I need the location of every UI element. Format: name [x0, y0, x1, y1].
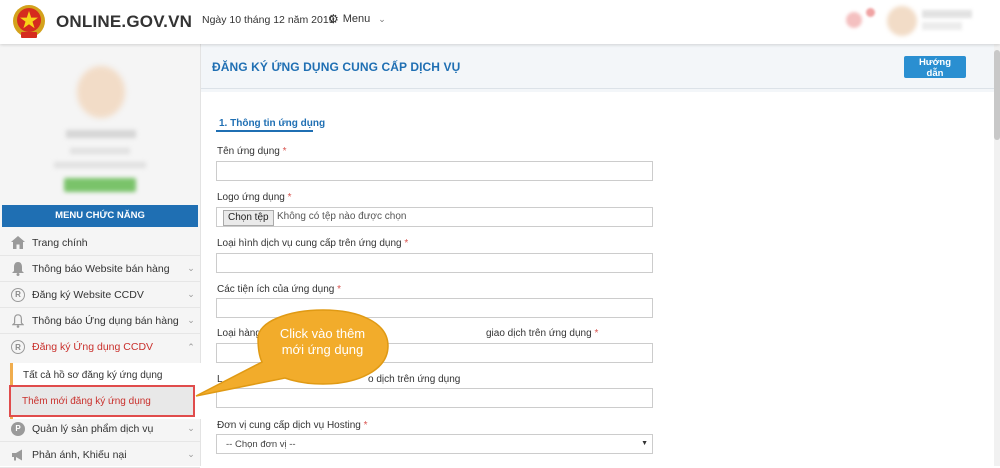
national-emblem-icon[interactable] — [12, 4, 46, 40]
bell-outline-icon — [10, 313, 26, 329]
transaction-input[interactable] — [216, 388, 653, 408]
sidebar-item-complaints[interactable]: Phản ánh, Khiếu nại ⌄ — [0, 442, 200, 468]
title-divider — [201, 88, 994, 89]
current-date: Ngày 10 tháng 12 năm 2019 — [202, 14, 335, 26]
chevron-down-icon: ⌄ — [187, 423, 195, 433]
registered-icon: R — [10, 287, 26, 303]
sidebar-item-label: Thông báo Website bán hàng — [32, 262, 170, 275]
top-header: ONLINE.GOV.VN Ngày 10 tháng 12 năm 2019 … — [0, 0, 1000, 44]
sidebar-item-label: Phản ánh, Khiếu nại — [32, 448, 127, 461]
goods-type-label-tail: giao dịch trên ứng dụng * — [486, 328, 599, 339]
profile-email-blurred — [54, 162, 146, 168]
sidebar-item-product-management[interactable]: P Quản lý sản phẩm dịch vụ ⌄ — [0, 416, 200, 442]
sidebar-item-label: Quản lý sản phẩm dịch vụ — [32, 422, 154, 435]
select-placeholder: -- Chọn đơn vị -- — [226, 439, 296, 450]
menu-label: Menu — [342, 13, 371, 25]
sidebar-item-app-register[interactable]: R Đăng ký Ứng dụng CCDV ⌃ — [0, 334, 200, 360]
brand-title[interactable]: ONLINE.GOV.VN — [56, 12, 192, 32]
page-title: ĐĂNG KÝ ỨNG DỤNG CUNG CẤP DỊCH VỤ — [212, 60, 461, 74]
scrollbar-thumb[interactable] — [994, 50, 1000, 140]
sidebar-item-label: Đăng ký Website CCDV — [32, 288, 144, 301]
sidebar-item-label: Đăng ký Ứng dụng CCDV — [32, 341, 154, 353]
transaction-label-tail: o dịch trên ứng dụng — [368, 374, 461, 385]
registered-icon: R — [10, 339, 26, 355]
gear-icon: ⚙ — [328, 12, 339, 26]
callout-text: Click vào thêm mới ứng dụng — [279, 326, 366, 357]
notification-badge — [866, 8, 875, 17]
sidebar-item-website-register[interactable]: R Đăng ký Website CCDV ⌄ — [0, 282, 200, 308]
hosting-provider-label: Đơn vị cung cấp dịch vụ Hosting * — [217, 420, 368, 431]
menu-dropdown[interactable]: ⚙ Menu ⌄ — [328, 12, 386, 26]
sidebar-item-app-notice[interactable]: Thông báo Ứng dụng bán hàng ⌄ — [0, 308, 200, 334]
menu-heading: MENU CHỨC NĂNG — [2, 205, 198, 227]
transaction-label: L — [217, 374, 223, 385]
sidebar-item-website-notice[interactable]: Thông báo Website bán hàng ⌄ — [0, 256, 200, 282]
profile-info-blurred — [70, 148, 130, 154]
service-type-label: Loại hình dịch vụ cung cấp trên ứng dụng… — [217, 238, 409, 249]
chevron-down-icon: ⌄ — [187, 315, 195, 325]
chevron-down-icon: ⌄ — [187, 449, 195, 459]
submenu-item-add-new-highlighted[interactable]: Thêm mới đăng ký ứng dụng — [9, 385, 195, 417]
choose-file-button[interactable]: Chọn tệp — [223, 210, 274, 226]
section-title: 1. Thông tin ứng dụng — [219, 118, 326, 129]
profile-name-blurred — [66, 130, 136, 138]
user-role-blurred — [922, 22, 962, 30]
app-utilities-label: Các tiện ích của ứng dụng * — [217, 284, 342, 295]
app-logo-label: Logo ứng dụng * — [217, 192, 292, 203]
profile-avatar — [77, 66, 125, 118]
user-avatar[interactable] — [887, 6, 917, 36]
chevron-down-icon: ⌄ — [378, 13, 386, 24]
service-type-input[interactable] — [216, 253, 653, 273]
help-button[interactable]: Hướng dẫn — [904, 56, 966, 79]
sidebar-item-label: Trang chính — [32, 236, 88, 249]
hosting-provider-select[interactable]: -- Chọn đơn vị -- ▼ — [216, 434, 653, 454]
app-name-input[interactable] — [216, 161, 653, 181]
profile-status-badge — [64, 178, 136, 192]
goods-type-label: Loại hàng — [217, 328, 261, 339]
sidebar: MENU CHỨC NĂNG Trang chính Thông báo Web… — [0, 44, 203, 468]
notification-icon[interactable] — [846, 12, 862, 28]
file-status: Không có tệp nào được chọn — [277, 211, 407, 222]
app-utilities-input[interactable] — [216, 298, 653, 318]
sidebar-item-home[interactable]: Trang chính — [0, 230, 200, 256]
sidebar-item-label: Thông báo Ứng dụng bán hàng — [32, 314, 179, 327]
parking-icon: P — [10, 421, 26, 437]
main-content: ĐĂNG KÝ ỨNG DỤNG CUNG CẤP DỊCH VỤ Hướng … — [201, 44, 994, 466]
caret-down-icon: ▼ — [641, 440, 648, 447]
chevron-up-icon: ⌃ — [187, 341, 195, 352]
chevron-down-icon: ⌄ — [187, 263, 195, 273]
section-underline — [216, 130, 313, 132]
home-icon — [10, 235, 26, 251]
app-logo-file-input: Chọn tệp Không có tệp nào được chọn — [216, 207, 653, 227]
submenu-item-label: Thêm mới đăng ký ứng dụng — [22, 396, 151, 407]
submenu-item-all-applications[interactable]: Tất cả hồ sơ đăng ký ứng dụng — [23, 370, 162, 381]
chevron-down-icon: ⌄ — [187, 289, 195, 299]
form-card: 1. Thông tin ứng dụng Tên ứng dụng * Log… — [201, 92, 994, 466]
megaphone-icon — [10, 447, 26, 463]
bell-icon — [10, 261, 26, 277]
user-name-blurred — [922, 10, 972, 18]
app-name-label: Tên ứng dụng * — [217, 146, 287, 157]
